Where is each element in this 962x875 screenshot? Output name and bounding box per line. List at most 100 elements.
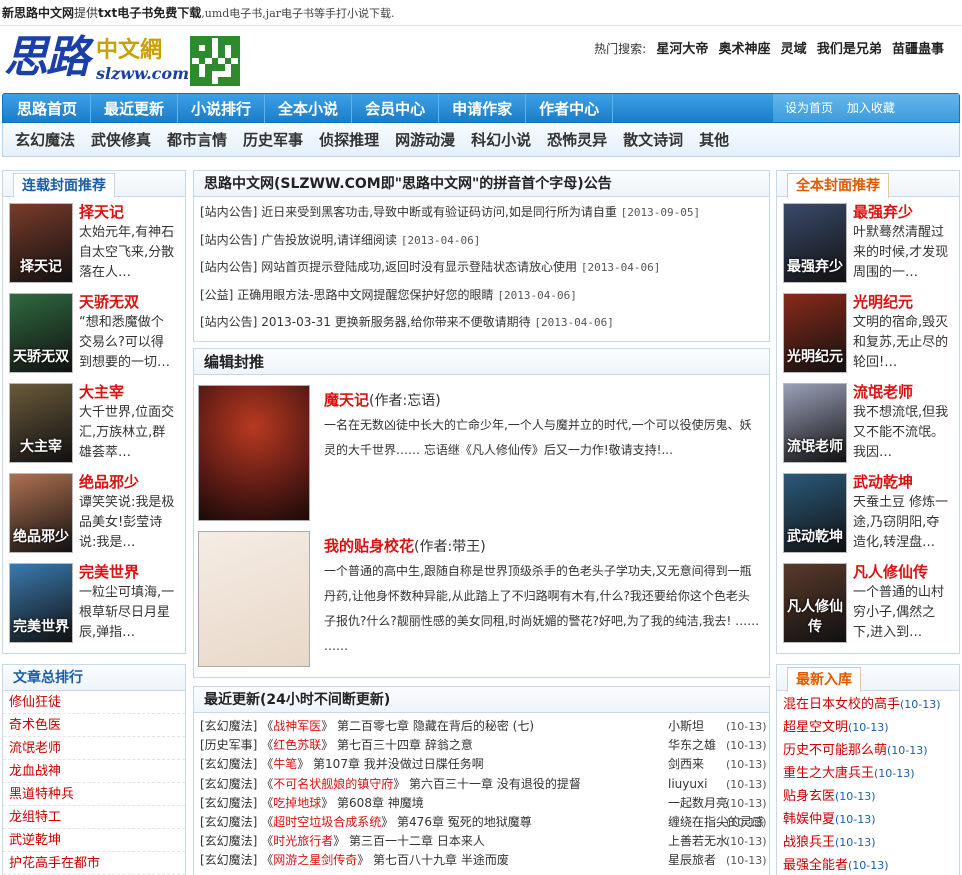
new-arrival-item[interactable]: 战狼兵王(10-13) (777, 831, 959, 854)
category-link[interactable]: 网游动漫 (385, 123, 461, 157)
update-chapter-link[interactable]: 第107章 我并没做过日牒任务啊 (313, 757, 484, 771)
update-chapter-link[interactable]: 第476章 冤死的地狱魔尊 (397, 815, 532, 829)
announcement-text[interactable]: 网站首页提示登陆成功,返回时没有显示登陆状态请放心使用 (261, 260, 577, 274)
announcement-text[interactable]: 近日来受到黑客功击,导致中断或有验证码访问,如是同行所为请自重 (261, 205, 617, 219)
rank-item-link[interactable]: 龙组特工 (3, 806, 185, 829)
book-title-link[interactable]: 光明纪元 (853, 291, 913, 312)
book-title-link[interactable]: 绝品邪少 (79, 471, 139, 492)
announcement-text[interactable]: 正确用眼方法-思路中文网提醒您保护好您的眼睛 (237, 288, 493, 302)
featured-book-title[interactable]: 我的贴身校花 (324, 537, 414, 555)
announcement-text[interactable]: 2013-03-31 更换新服务器,给你带来不便敬请期待 (261, 315, 530, 329)
nav-item-home[interactable]: 思路首页 (3, 94, 92, 124)
rank-item-link[interactable]: 修仙狂徒 (3, 691, 185, 714)
rank-item-link[interactable]: 龙血战神 (3, 760, 185, 783)
category-link[interactable]: 历史军事 (233, 123, 309, 157)
category-link[interactable]: 散文诗词 (613, 123, 689, 157)
category-link[interactable]: 恐怖灵异 (537, 123, 613, 157)
announcement-item[interactable]: [站内公告] 广告投放说明,请详细阅读 [2013-04-06] (194, 227, 769, 255)
hot-search-link[interactable]: 苗疆蛊事 (892, 42, 944, 57)
category-link[interactable]: 玄幻魔法 (3, 123, 81, 157)
book-cover-image[interactable]: 最强弃少 (783, 203, 847, 283)
category-link[interactable]: 科幻小说 (461, 123, 537, 157)
update-chapter-link[interactable]: 第二百零七章 隐藏在背后的秘密 (七) (337, 719, 534, 733)
book-card[interactable]: 大主宰 大主宰 大千世界,位面交汇,万族林立,群雄荟萃… (3, 377, 185, 467)
new-arrival-name[interactable]: 重生之大唐兵王 (783, 766, 874, 781)
update-book-link[interactable]: 红色苏联 (273, 738, 321, 752)
hot-search-link[interactable]: 星河大帝 (656, 42, 708, 57)
book-title-link[interactable]: 凡人修仙传 (853, 561, 928, 582)
site-logo[interactable]: 思路 中文網 slzww.com (4, 34, 189, 90)
book-title-link[interactable]: 最强弃少 (853, 201, 913, 222)
book-cover-image[interactable]: 光明纪元 (783, 293, 847, 373)
hot-search-link[interactable]: 我们是兄弟 (817, 42, 882, 57)
new-arrival-item[interactable]: 超星空文明(10-13) (777, 716, 959, 739)
nav-item-ranking[interactable]: 小说排行 (178, 94, 266, 124)
new-arrival-name[interactable]: 最强全能者 (783, 858, 848, 873)
book-cover-image[interactable]: 流氓老师 (783, 383, 847, 463)
nav-item-apply-author[interactable]: 申请作家 (439, 94, 527, 124)
set-homepage-link[interactable]: 设为首页 (785, 101, 833, 115)
nav-item-member[interactable]: 会员中心 (352, 94, 440, 124)
book-title-link[interactable]: 择天记 (79, 201, 124, 222)
update-book-link[interactable]: 不可名状舰娘的镇守府 (273, 777, 393, 791)
book-cover-image[interactable]: 绝品邪少 (9, 473, 73, 553)
category-link[interactable]: 侦探推理 (309, 123, 385, 157)
rank-item-link[interactable]: 护花高手在都市 (3, 852, 185, 875)
hot-search-link[interactable]: 灵域 (781, 42, 807, 57)
featured-book-title[interactable]: 魔天记 (324, 391, 369, 409)
book-title-link[interactable]: 流氓老师 (853, 381, 913, 402)
new-arrival-item[interactable]: 韩娱仲夏(10-13) (777, 808, 959, 831)
category-link[interactable]: 都市言情 (157, 123, 233, 157)
update-chapter-link[interactable]: 第六百三十一章 没有退役的提督 (409, 777, 581, 791)
new-arrival-name[interactable]: 历史不可能那么萌 (783, 743, 887, 758)
hot-search-link[interactable]: 奥术神座 (719, 42, 771, 57)
announcement-item[interactable]: [站内公告] 近日来受到黑客功击,导致中断或有验证码访问,如是同行所为请自重 [… (194, 199, 769, 227)
book-card[interactable]: 天骄无双 天骄无双 “想和悉魔做个交易么?可以得到想要的一切… (3, 287, 185, 377)
new-arrival-name[interactable]: 混在日本女校的高手 (783, 697, 900, 712)
update-book-link[interactable]: 吃掉地球 (273, 796, 321, 810)
announcement-text[interactable]: 广告投放说明,请详细阅读 (261, 233, 397, 247)
new-arrival-name[interactable]: 韩娱仲夏 (783, 812, 835, 827)
book-title-link[interactable]: 武动乾坤 (853, 471, 913, 492)
book-title-link[interactable]: 完美世界 (79, 561, 139, 582)
book-card[interactable]: 择天记 择天记 太始元年,有神石自太空飞来,分散落在人… (3, 197, 185, 287)
nav-item-complete[interactable]: 全本小说 (265, 94, 353, 124)
rank-item-link[interactable]: 黑道特种兵 (3, 783, 185, 806)
new-arrival-name[interactable]: 超星空文明 (783, 720, 848, 735)
update-chapter-link[interactable]: 第七百八十九章 半途而废 (373, 853, 509, 867)
update-book-link[interactable]: 牛笔 (273, 757, 297, 771)
update-chapter-link[interactable]: 第三百一十二章 日本来人 (349, 834, 485, 848)
category-link[interactable]: 其他 (689, 123, 735, 157)
featured-book-cover[interactable] (198, 531, 310, 667)
announcement-item[interactable]: [站内公告] 网站首页提示登陆成功,返回时没有显示登陆状态请放心使用 [2013… (194, 254, 769, 282)
book-card[interactable]: 光明纪元 光明纪元 文明的宿命,毁灭和复苏,无止尽的轮回!… (777, 287, 959, 377)
book-cover-image[interactable]: 武动乾坤 (783, 473, 847, 553)
update-chapter-link[interactable]: 第七百三十四章 辞翁之意 (337, 738, 473, 752)
new-arrival-item[interactable]: 重生之大唐兵王(10-13) (777, 762, 959, 785)
update-book-link[interactable]: 超时空垃圾合成系统 (273, 815, 381, 829)
book-cover-image[interactable]: 凡人修仙传 (783, 563, 847, 643)
new-arrival-name[interactable]: 战狼兵王 (783, 835, 835, 850)
book-cover-image[interactable]: 大主宰 (9, 383, 73, 463)
new-arrival-item[interactable]: 最强全能者(10-13) (777, 854, 959, 875)
update-book-link[interactable]: 时光旅行者 (273, 834, 333, 848)
book-cover-image[interactable]: 择天记 (9, 203, 73, 283)
featured-book-cover[interactable] (198, 385, 310, 521)
book-cover-image[interactable]: 天骄无双 (9, 293, 73, 373)
book-card[interactable]: 完美世界 完美世界 一粒尘可填海,一根草斩尽日月星辰,弹指… (3, 557, 185, 647)
new-arrival-item[interactable]: 贴身玄医(10-13) (777, 785, 959, 808)
book-card[interactable]: 最强弃少 最强弃少 叶默蓦然清醒过来的时候,才发现周围的一… (777, 197, 959, 287)
rank-item-link[interactable]: 流氓老师 (3, 737, 185, 760)
announcement-item[interactable]: [公益] 正确用眼方法-思路中文网提醒您保护好您的眼睛 [2013-04-06] (194, 282, 769, 310)
category-link[interactable]: 武侠修真 (81, 123, 157, 157)
announcement-item[interactable]: [站内公告] 2013-03-31 更换新服务器,给你带来不便敬请期待 [201… (194, 309, 769, 337)
book-title-link[interactable]: 天骄无双 (79, 291, 139, 312)
rank-item-link[interactable]: 武逆乾坤 (3, 829, 185, 852)
new-arrival-item[interactable]: 混在日本女校的高手(10-13) (777, 693, 959, 716)
add-favorite-link[interactable]: 加入收藏 (847, 101, 895, 115)
book-title-link[interactable]: 大主宰 (79, 381, 124, 402)
book-card[interactable]: 凡人修仙传 凡人修仙传 一个普通的山村穷小子,偶然之下,进入到… (777, 557, 959, 647)
new-arrival-item[interactable]: 历史不可能那么萌(10-13) (777, 739, 959, 762)
update-chapter-link[interactable]: 第608章 神魔境 (337, 796, 424, 810)
new-arrival-name[interactable]: 贴身玄医 (783, 789, 835, 804)
